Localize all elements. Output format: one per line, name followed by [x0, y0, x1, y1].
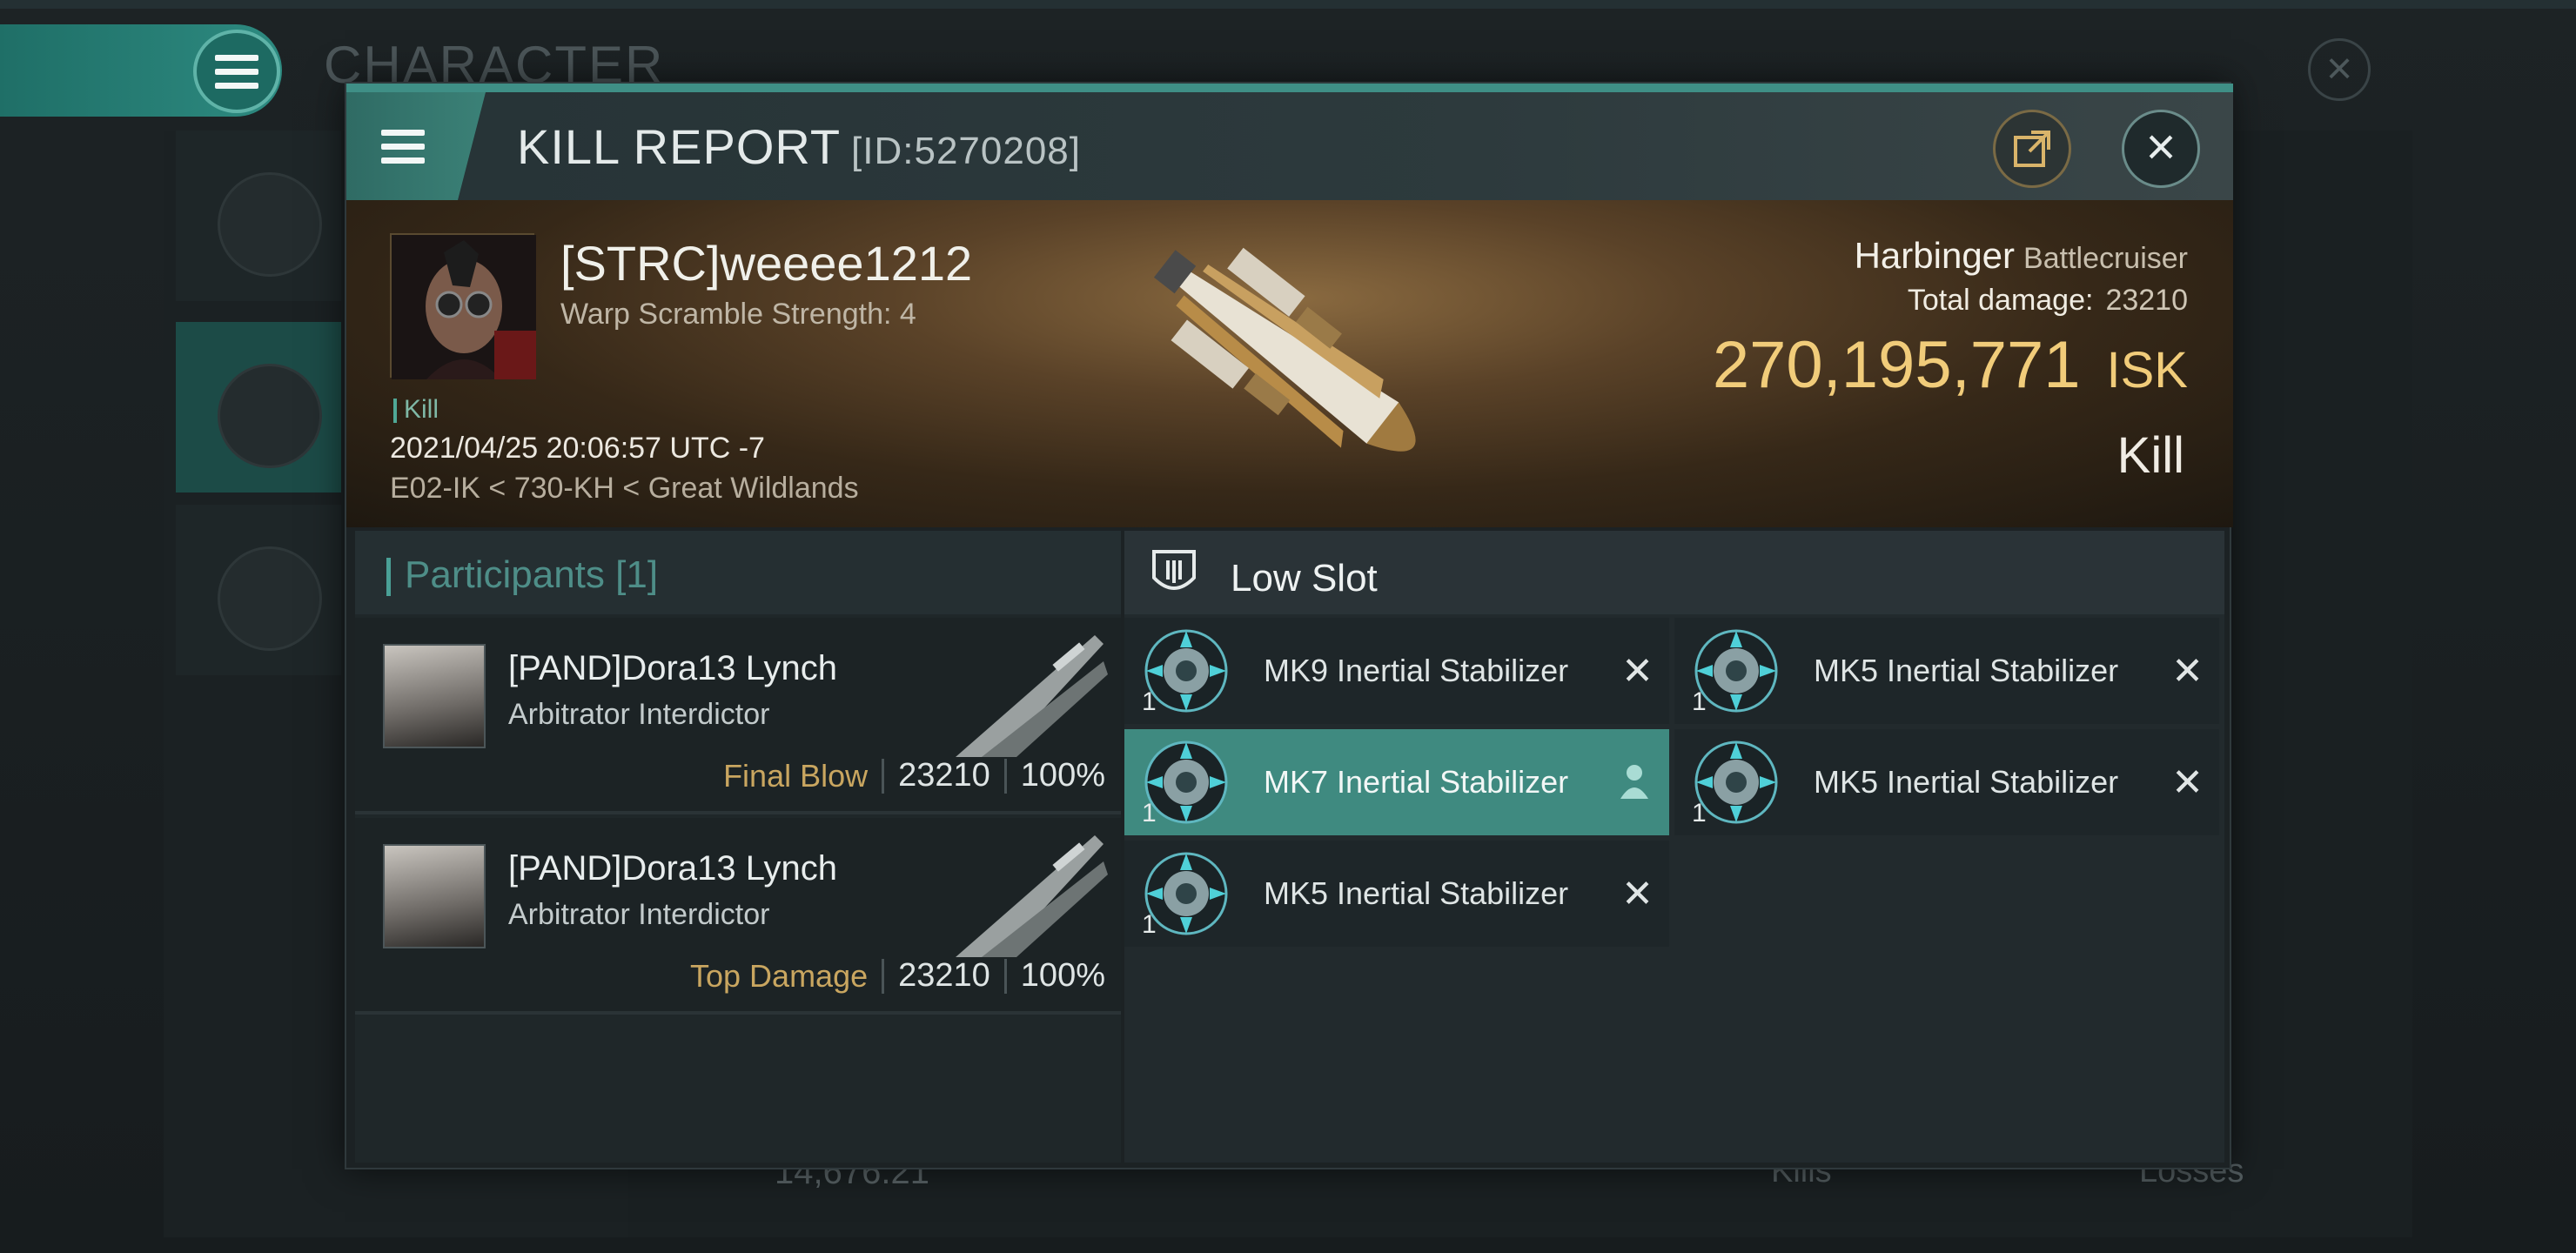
- participant-avatar[interactable]: [383, 844, 486, 948]
- participant-avatar[interactable]: [383, 644, 486, 748]
- participant-row[interactable]: [PAND]Dora13 Lynch Arbitrator Interdicto…: [355, 818, 1121, 1015]
- menu-icon: [381, 129, 425, 164]
- participant-name: [PAND]Dora13 Lynch: [508, 649, 837, 687]
- main-menu-button[interactable]: [193, 30, 280, 113]
- top-bar: [0, 0, 2576, 9]
- sidebar-tab-combat[interactable]: [176, 322, 341, 492]
- participants-title: Participants [1]: [386, 553, 658, 597]
- victim-banner: [STRC]weeee1212 Warp Scramble Strength: …: [346, 200, 2233, 527]
- module-quantity: 1: [1142, 910, 1157, 939]
- module-slot[interactable]: 1 MK9 Inertial Stabilizer ✕: [1124, 618, 1669, 724]
- window-accent-line: [346, 84, 2233, 92]
- dropped-person-icon: [1620, 765, 1648, 799]
- low-slot-panel: Low Slot 1 MK9 Inertial Stabilizer ✕ 1 M…: [1124, 531, 2224, 1163]
- low-slot-title: Low Slot: [1231, 557, 1378, 600]
- result-label: Kill: [2116, 427, 2184, 484]
- low-slot-header: Low Slot: [1124, 531, 2224, 614]
- total-damage-value: 23210: [2105, 284, 2188, 317]
- window-menu-button[interactable]: [346, 92, 486, 200]
- destroyed-icon: ✕: [2171, 761, 2204, 804]
- menu-icon: [215, 54, 258, 89]
- destroyed-icon: ✕: [1621, 650, 1654, 693]
- kill-location[interactable]: E02-IK < 730-KH < Great Wildlands: [390, 472, 859, 506]
- isk-value-line: 270,195,771 ISK: [1713, 327, 2188, 403]
- participant-damage: 23210: [898, 757, 990, 794]
- module-quantity: 1: [1142, 799, 1157, 828]
- module-quantity: 1: [1142, 687, 1157, 716]
- divider: [1003, 958, 1007, 994]
- module-slot[interactable]: 1 MK7 Inertial Stabilizer: [1124, 729, 1669, 835]
- background-close-button[interactable]: ×: [2308, 38, 2371, 101]
- low-slot-icon: [1152, 550, 1196, 590]
- module-name: MK9 Inertial Stabilizer: [1264, 653, 1569, 688]
- participant-damage: 23210: [898, 957, 990, 994]
- participants-count: [1]: [615, 553, 659, 596]
- participant-percent: 100%: [1020, 957, 1105, 994]
- participant-ship: Arbitrator Interdictor: [508, 698, 770, 731]
- participants-panel: Participants [1] [PAND]Dora13 Lynch Arbi…: [355, 531, 1121, 1163]
- module-slot[interactable]: 1 MK5 Inertial Stabilizer ✕: [1124, 841, 1669, 947]
- sidebar-tab-overview[interactable]: [176, 131, 341, 301]
- module-quantity: 1: [1692, 687, 1707, 716]
- window-title-text: KILL REPORT: [517, 119, 842, 174]
- total-damage-label: Total damage:: [1907, 284, 2094, 317]
- divider: [882, 758, 885, 794]
- victim-ship[interactable]: Harbinger Battlecruiser: [1855, 235, 2188, 277]
- total-damage: Total damage: 23210: [1908, 284, 2188, 318]
- destroyed-icon: ✕: [2171, 650, 2204, 693]
- participants-label: Participants: [405, 553, 605, 596]
- victim-avatar[interactable]: [390, 233, 536, 379]
- victim-ship-image: [1153, 247, 1416, 452]
- module-name: MK5 Inertial Stabilizer: [1814, 764, 2119, 800]
- kill-report-window: KILL REPORT [ID:5270208] × [STRC]weeee121…: [345, 82, 2233, 1169]
- participant-role: Top Damage: [690, 957, 869, 994]
- ship-class: Battlecruiser: [2023, 242, 2188, 275]
- kill-datetime: 2021/04/25 20:06:57 UTC -7: [390, 432, 765, 465]
- participant-stats: Top Damage 23210 100%: [690, 957, 1105, 995]
- pilot-portrait-icon: [392, 235, 536, 379]
- participant-row[interactable]: [PAND]Dora13 Lynch Arbitrator Interdicto…: [355, 618, 1121, 814]
- star-icon: [218, 546, 322, 651]
- participants-header: Participants [1]: [355, 531, 1121, 614]
- external-link-icon: [2014, 131, 2050, 167]
- participant-ship: Arbitrator Interdictor: [508, 898, 770, 931]
- ship-name: Harbinger: [1854, 235, 2016, 276]
- participant-percent: 100%: [1020, 757, 1105, 794]
- window-title: KILL REPORT [ID:5270208]: [517, 118, 1081, 175]
- module-quantity: 1: [1692, 799, 1707, 828]
- victim-name[interactable]: [STRC]weeee1212: [560, 235, 972, 291]
- participant-stats: Final Blow 23210 100%: [723, 757, 1105, 794]
- window-header: KILL REPORT [ID:5270208] ×: [346, 92, 2233, 200]
- module-name: MK7 Inertial Stabilizer: [1264, 764, 1569, 800]
- isk-value: 270,195,771: [1712, 328, 2081, 402]
- divider: [882, 958, 885, 994]
- participant-name: [PAND]Dora13 Lynch: [508, 849, 837, 888]
- participant-role: Final Blow: [723, 757, 869, 794]
- module-slot[interactable]: 1 MK5 Inertial Stabilizer ✕: [1674, 618, 2219, 724]
- sidebar-tab-honors[interactable]: [176, 505, 341, 675]
- kill-tag-label: Kill: [404, 395, 439, 424]
- divider: [1003, 758, 1007, 794]
- report-id: [ID:5270208]: [851, 130, 1081, 172]
- module-name: MK5 Inertial Stabilizer: [1814, 653, 2119, 688]
- module-slot[interactable]: 1 MK5 Inertial Stabilizer ✕: [1674, 729, 2219, 835]
- participant-ship-image: [956, 835, 1108, 957]
- module-name: MK5 Inertial Stabilizer: [1264, 875, 1569, 911]
- crossed-swords-icon: [218, 364, 322, 468]
- kill-tag: Kill: [393, 395, 439, 425]
- close-button[interactable]: ×: [2122, 110, 2200, 188]
- participant-ship-image: [956, 635, 1108, 757]
- destroyed-icon: ✕: [1621, 873, 1654, 915]
- warp-scramble-strength: Warp Scramble Strength: 4: [560, 298, 916, 331]
- isk-unit: ISK: [2106, 342, 2189, 399]
- share-button[interactable]: [1993, 110, 2071, 188]
- list-icon: [218, 172, 322, 277]
